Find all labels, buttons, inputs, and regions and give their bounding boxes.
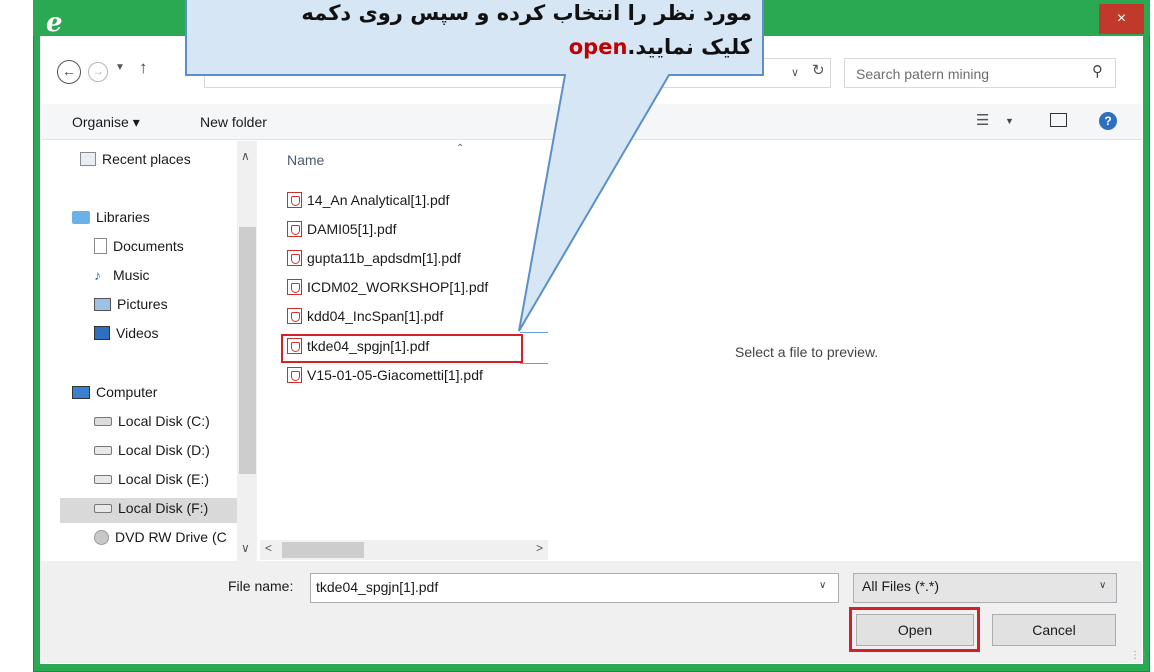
file-name-dropdown-icon[interactable]: ∨ [819,580,826,591]
file-name-value: tkde04_spgjn[1].pdf [316,579,439,595]
nav-item-pictures[interactable]: Pictures [94,296,168,312]
nav-item-label: Local Disk (E:) [118,471,210,487]
dvd-icon [94,530,109,545]
scroll-right-icon[interactable]: > [536,541,543,555]
selected-file-highlight-box [281,334,523,363]
forward-icon[interactable]: → [88,62,108,82]
open-button-highlight-box [849,607,980,652]
libraries-icon [72,211,90,224]
nav-item-documents[interactable]: Documents [94,238,184,254]
nav-item-dvd-drive[interactable]: DVD RW Drive (C [94,529,234,545]
music-icon: ♪ [94,267,101,283]
scroll-down-icon[interactable]: ∨ [241,541,250,555]
file-type-value: All Files (*.*) [862,578,940,594]
up-folder-icon[interactable]: ↑ [139,58,148,78]
file-name: V15-01-05-Giacometti[1].pdf [307,367,483,383]
nav-item-label: Recent places [102,151,191,167]
callout-line-1: مورد نظر را انتخاب کرده و سپس روی دکمه [301,1,752,25]
documents-icon [94,238,107,254]
nav-item-label: Computer [96,384,158,400]
callout-line-2: کلیک نمایید.open [200,30,752,64]
organise-button[interactable]: Organise ▾ [72,114,140,131]
file-list-scroll-thumb[interactable] [282,542,364,558]
nav-item-label: Documents [113,238,184,254]
selection-edge [520,363,548,364]
drive-icon [94,504,112,513]
drive-icon [94,475,112,484]
close-button[interactable]: × [1099,4,1144,34]
nav-item-local-disk-c[interactable]: Local Disk (C:) [94,413,210,429]
nav-item-label: Music [113,267,150,283]
preview-message: Select a file to preview. [735,344,879,360]
nav-item-videos[interactable]: Videos [94,325,159,341]
search-icon[interactable]: ⚲ [1092,62,1103,80]
cancel-button[interactable]: Cancel [992,614,1116,646]
address-dropdown-icon[interactable]: ∨ [791,66,799,79]
callout-text: مورد نظر را انتخاب کرده و سپس روی دکمه ک… [200,0,752,66]
nav-item-label: Local Disk (F:) [118,500,209,516]
callout-line-2-text: کلیک نمایید. [627,35,752,59]
pictures-icon [94,298,111,311]
change-view-icon[interactable]: ☰ [976,111,989,129]
nav-item-label: Pictures [117,296,168,312]
refresh-icon[interactable]: ↻ [812,61,825,79]
pdf-file-icon [287,367,302,383]
nav-item-local-disk-e[interactable]: Local Disk (E:) [94,471,209,487]
recent-places-icon [80,152,96,166]
nav-item-label: Videos [116,325,159,341]
nav-item-label: Local Disk (C:) [118,413,210,429]
nav-item-recent-places[interactable]: Recent places [80,151,191,167]
nav-item-label: DVD RW Drive (C [115,529,227,545]
nav-item-local-disk-d[interactable]: Local Disk (D:) [94,442,210,458]
internet-explorer-icon: e [46,8,63,38]
callout-keyword: open [568,35,628,59]
nav-item-libraries[interactable]: Libraries [72,209,150,225]
view-options-dropdown-icon[interactable]: ▼ [1005,116,1014,126]
computer-icon [72,386,90,399]
drive-icon [94,417,112,426]
nav-item-label: Local Disk (D:) [118,442,210,458]
nav-item-local-disk-f[interactable]: Local Disk (F:) [94,500,208,516]
help-icon[interactable]: ? [1099,112,1117,130]
drive-icon [94,446,112,455]
recent-locations-dropdown-icon[interactable]: ▼ [115,62,125,73]
search-placeholder: Search patern mining [856,66,990,82]
file-name-label: File name: [228,578,294,594]
resize-grip-icon[interactable]: ⋮⋮ [1130,650,1149,661]
nav-item-computer[interactable]: Computer [72,384,157,400]
preview-pane-icon[interactable] [1050,113,1067,127]
videos-icon [94,326,110,340]
file-type-dropdown-icon[interactable]: ∨ [1099,580,1106,591]
nav-item-label: Libraries [96,209,150,225]
scroll-left-icon[interactable]: < [265,541,272,555]
file-row[interactable]: V15-01-05-Giacometti[1].pdf [287,367,483,389]
nav-item-music[interactable]: ♪ Music [94,267,150,283]
back-icon[interactable]: ← [57,60,81,84]
